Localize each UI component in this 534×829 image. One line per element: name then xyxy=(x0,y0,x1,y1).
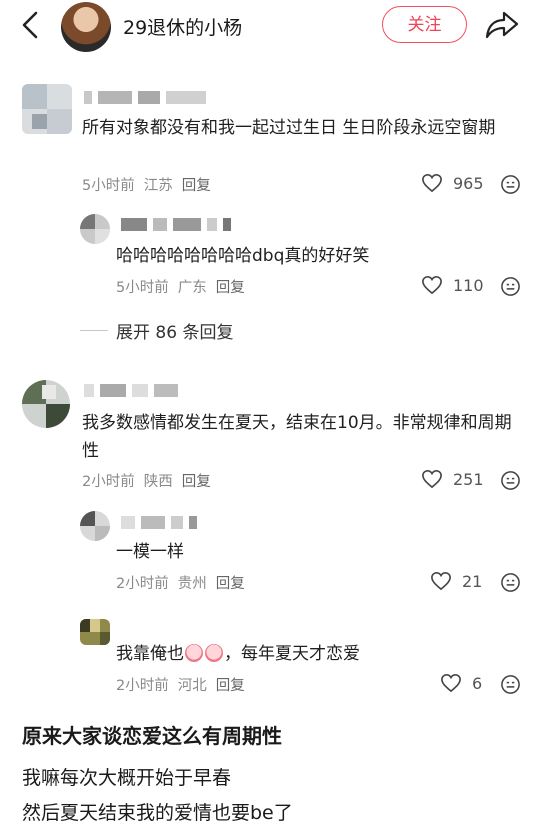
reply-time: 5小时前 xyxy=(116,280,169,296)
comment-text: 我多数感情都发生在夏天，结束在10月。非常规律和周期性 xyxy=(82,413,512,461)
reply-name[interactable] xyxy=(121,217,231,231)
reply-meta: 2小时前 贵州 回复 xyxy=(116,572,254,593)
heart-icon[interactable] xyxy=(421,275,443,295)
reply-button[interactable]: 回复 xyxy=(182,178,211,194)
comment-emoji-icon[interactable] xyxy=(500,572,521,593)
comment-emoji-icon[interactable] xyxy=(500,276,521,297)
like-group[interactable]: 21 xyxy=(430,571,482,591)
post-line-1: 我嘛每次大概开始于早春 xyxy=(22,767,232,789)
reply-time: 2小时前 xyxy=(116,576,169,592)
reply-location: 贵州 xyxy=(177,576,207,592)
comment-emoji-icon[interactable] xyxy=(500,470,521,491)
reply-text: 哈哈哈哈哈哈哈哈dbq真的好好笑 xyxy=(116,246,370,266)
comment-emoji-icon[interactable] xyxy=(500,674,521,695)
like-count: 21 xyxy=(462,571,483,591)
reply-avatar[interactable] xyxy=(80,511,110,541)
reply-text-part: 我靠俺也 xyxy=(116,644,184,664)
expand-replies-button[interactable]: 展开 86 条回复 xyxy=(80,318,233,343)
reply-text-part: ，每年夏天才恋爱 xyxy=(224,644,360,664)
commenter-avatar[interactable] xyxy=(22,84,72,134)
comment-time: 5小时前 xyxy=(82,178,135,194)
expand-replies-label[interactable]: 展开 86 条回复 xyxy=(116,318,233,343)
like-group[interactable]: 965 xyxy=(421,173,484,193)
comment-location: 江苏 xyxy=(143,178,173,194)
like-group[interactable]: 251 xyxy=(421,469,484,489)
reply-name[interactable] xyxy=(121,515,197,529)
heart-icon[interactable] xyxy=(440,673,462,693)
commenter-name[interactable] xyxy=(84,90,206,104)
post-line-2: 然后夏天结束我的爱情也要be了 xyxy=(22,802,293,824)
like-count: 6 xyxy=(472,673,483,693)
reply-avatar[interactable] xyxy=(80,214,110,244)
like-count: 965 xyxy=(453,173,484,193)
like-count: 110 xyxy=(453,275,484,295)
comment-meta: 5小时前 江苏 回复 xyxy=(82,174,220,195)
heart-icon[interactable] xyxy=(421,469,443,489)
comment-emoji-icon[interactable] xyxy=(500,174,521,195)
author-name[interactable]: 29退休的小杨 xyxy=(123,13,242,40)
reply-meta: 5小时前 广东 回复 xyxy=(116,276,254,297)
reply-meta: 2小时前 河北 回复 xyxy=(116,674,254,695)
reply-location: 广东 xyxy=(177,280,207,296)
comment-location: 陕西 xyxy=(143,474,173,490)
share-icon[interactable] xyxy=(484,9,520,41)
reply-text: 一模一样 xyxy=(116,542,184,562)
expand-divider xyxy=(80,330,108,331)
comment-time: 2小时前 xyxy=(82,474,135,490)
heart-icon[interactable] xyxy=(430,571,452,591)
comment-meta: 2小时前 陕西 回复 xyxy=(82,470,220,491)
reply-time: 2小时前 xyxy=(116,678,169,694)
like-count: 251 xyxy=(453,469,484,489)
like-group[interactable]: 6 xyxy=(440,673,482,693)
reply-button[interactable]: 回复 xyxy=(216,576,245,592)
crying-face-icon xyxy=(185,644,203,662)
reply-avatar[interactable] xyxy=(80,619,110,645)
heart-icon[interactable] xyxy=(421,173,443,193)
reply-button[interactable]: 回复 xyxy=(182,474,211,490)
commenter-avatar[interactable] xyxy=(22,380,70,428)
reply-location: 河北 xyxy=(177,678,207,694)
author-avatar[interactable] xyxy=(61,2,111,52)
like-group[interactable]: 110 xyxy=(421,275,484,295)
reply-text: 我靠俺也 ，每年夏天才恋爱 xyxy=(116,640,360,668)
reply-button[interactable]: 回复 xyxy=(216,678,245,694)
comment-text: 所有对象都没有和我一起过过生日 生日阶段永远空窗期 xyxy=(82,118,496,138)
commenter-name[interactable] xyxy=(84,383,178,397)
reply-button[interactable]: 回复 xyxy=(216,280,245,296)
follow-button[interactable]: 关注 xyxy=(382,6,467,43)
post-title: 原来大家谈恋爱这么有周期性 xyxy=(22,724,282,748)
crying-face-icon xyxy=(205,644,223,662)
back-arrow-icon[interactable] xyxy=(16,10,46,40)
